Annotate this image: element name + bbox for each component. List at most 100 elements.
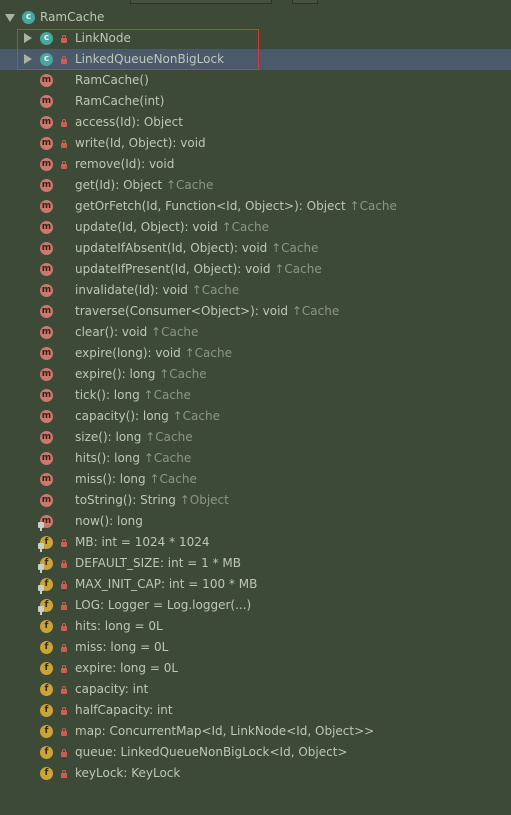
lock-icon (61, 770, 67, 778)
member-signature: access(Id): Object (75, 115, 183, 129)
field-badge: f (40, 746, 53, 759)
method-badge: m (40, 116, 53, 129)
expand-right-icon[interactable] (24, 54, 32, 64)
field-row[interactable]: f map: ConcurrentMap<Id, LinkNode<Id, Obj… (0, 721, 511, 742)
field-row[interactable]: f halfCapacity: int (0, 700, 511, 721)
tree-item-label: tick(): long ↑Cache (75, 388, 191, 402)
method-row[interactable]: m write(Id, Object): void (0, 133, 511, 154)
field-row[interactable]: f hits: long = 0L (0, 616, 511, 637)
member-signature: MAX_INIT_CAP: int = 100 * MB (75, 577, 258, 591)
member-signature: capacity: int (75, 682, 149, 696)
inner-class-row[interactable]: c LinkNode (0, 28, 511, 49)
lock-icon (61, 602, 67, 610)
method-icon: m (40, 367, 56, 383)
expand-down-icon[interactable] (5, 14, 15, 22)
method-icon: m (40, 94, 56, 110)
tree-item-label: map: ConcurrentMap<Id, LinkNode<Id, Obje… (75, 724, 374, 738)
pin-icon (38, 564, 44, 573)
method-badge: m (40, 158, 53, 171)
inner-class-row[interactable]: c LinkedQueueNonBigLock (0, 49, 511, 70)
field-row[interactable]: f miss: long = 0L (0, 637, 511, 658)
tree-item-label: remove(Id): void (75, 157, 174, 171)
lock-icon (61, 35, 67, 43)
lock-icon (61, 581, 67, 589)
pin-icon (38, 522, 44, 531)
inherited-from: ↑Cache (147, 325, 199, 339)
tree-item-label: updateIfAbsent(Id, Object): void ↑Cache (75, 241, 319, 255)
method-badge: m (40, 137, 53, 150)
field-icon: f (38, 535, 56, 552)
method-row[interactable]: m RamCache() (0, 70, 511, 91)
method-row[interactable]: m size(): long ↑Cache (0, 427, 511, 448)
field-row[interactable]: f LOG: Logger = Log.logger(...) (0, 595, 511, 616)
member-signature: invalidate(Id): void (75, 283, 188, 297)
method-row[interactable]: m tick(): long ↑Cache (0, 385, 511, 406)
field-row[interactable]: f DEFAULT_SIZE: int = 1 * MB (0, 553, 511, 574)
method-icon: m (40, 388, 56, 404)
method-row[interactable]: m expire(long): void ↑Cache (0, 343, 511, 364)
field-row[interactable]: f expire: long = 0L (0, 658, 511, 679)
class-icon: c (22, 10, 38, 26)
inherited-from: ↑Cache (187, 283, 240, 297)
member-signature: miss: long = 0L (75, 640, 169, 654)
pin-icon (38, 543, 44, 552)
method-icon: m (40, 493, 56, 509)
member-signature: LinkedQueueNonBigLock (75, 52, 225, 66)
method-icon: m (40, 262, 56, 278)
lock-icon (61, 686, 67, 694)
root-label: RamCache (40, 10, 105, 24)
method-icon: m (40, 451, 56, 467)
method-row[interactable]: m get(Id): Object ↑Cache (0, 175, 511, 196)
field-icon: f (40, 619, 56, 635)
field-icon: f (40, 745, 56, 761)
method-row[interactable]: m toString(): String ↑Object (0, 490, 511, 511)
field-row[interactable]: f keyLock: KeyLock (0, 763, 511, 784)
method-row[interactable]: m remove(Id): void (0, 154, 511, 175)
tree-item-label: hits(): long ↑Cache (75, 451, 191, 465)
tree-item-label: LOG: Logger = Log.logger(...) (75, 598, 251, 612)
expand-right-icon[interactable] (24, 33, 32, 43)
method-badge: m (40, 410, 53, 423)
method-row[interactable]: m miss(): long ↑Cache (0, 469, 511, 490)
member-signature: size(): long (75, 430, 142, 444)
method-row[interactable]: m updateIfPresent(Id, Object): void ↑Cach… (0, 259, 511, 280)
method-row[interactable]: m hits(): long ↑Cache (0, 448, 511, 469)
method-row[interactable]: m now(): long (0, 511, 511, 532)
method-row[interactable]: m capacity(): long ↑Cache (0, 406, 511, 427)
method-badge: m (40, 242, 53, 255)
inherited-from: ↑Cache (162, 178, 214, 192)
field-row[interactable]: f queue: LinkedQueueNonBigLock<Id, Object… (0, 742, 511, 763)
method-badge: m (40, 473, 53, 486)
member-signature: DEFAULT_SIZE: int = 1 * MB (75, 556, 241, 570)
method-badge: m (40, 74, 53, 87)
method-badge: m (40, 221, 53, 234)
field-icon: f (40, 703, 56, 719)
method-row[interactable]: m update(Id, Object): void ↑Cache (0, 217, 511, 238)
method-row[interactable]: m access(Id): Object (0, 112, 511, 133)
method-icon: m (40, 472, 56, 488)
field-icon: f (38, 577, 56, 594)
toolbar-strip (0, 0, 511, 4)
method-row[interactable]: m getOrFetch(Id, Function<Id, Object>): O… (0, 196, 511, 217)
tree-item-label: updateIfPresent(Id, Object): void ↑Cache (75, 262, 322, 276)
method-icon: m (40, 304, 56, 320)
field-row[interactable]: f MB: int = 1024 * 1024 (0, 532, 511, 553)
method-row[interactable]: m clear(): void ↑Cache (0, 322, 511, 343)
field-row[interactable]: f capacity: int (0, 679, 511, 700)
method-row[interactable]: m invalidate(Id): void ↑Cache (0, 280, 511, 301)
member-signature: RamCache() (75, 73, 149, 87)
lock-icon (61, 56, 67, 64)
method-row[interactable]: m expire(): long ↑Cache (0, 364, 511, 385)
field-row[interactable]: f MAX_INIT_CAP: int = 100 * MB (0, 574, 511, 595)
field-badge: f (40, 620, 53, 633)
field-badge: f (40, 767, 53, 780)
method-row[interactable]: m RamCache(int) (0, 91, 511, 112)
method-icon: m (40, 430, 56, 446)
inherited-from: ↑Cache (288, 304, 340, 318)
tree-root-row[interactable]: c RamCache (0, 7, 511, 28)
member-signature: clear(): void (75, 325, 148, 339)
method-row[interactable]: m updateIfAbsent(Id, Object): void ↑Cache (0, 238, 511, 259)
method-row[interactable]: m traverse(Consumer<Object>): void ↑Cache (0, 301, 511, 322)
member-signature: remove(Id): void (75, 157, 175, 171)
class-icon: c (40, 31, 56, 47)
